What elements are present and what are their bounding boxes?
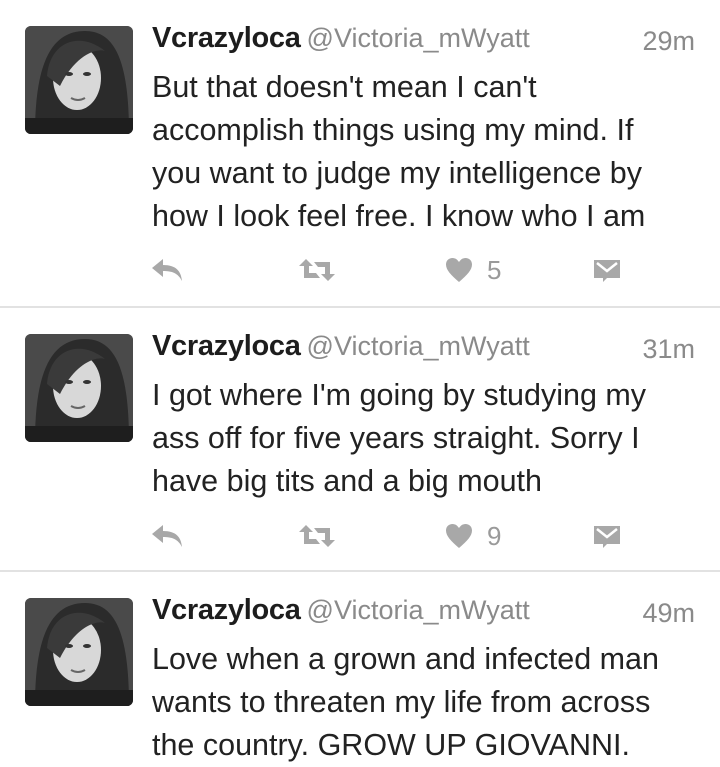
user-handle[interactable]: @Victoria_mWyatt xyxy=(307,23,530,53)
display-name[interactable]: Vcrazyloca xyxy=(152,22,301,54)
retweet-icon xyxy=(299,259,335,281)
avatar[interactable] xyxy=(25,598,133,706)
tweet-header: Vcrazyloca @Victoria_mWyatt 31m xyxy=(152,330,695,370)
heart-icon xyxy=(446,258,472,282)
reply-icon xyxy=(152,525,182,547)
display-name[interactable]: Vcrazyloca xyxy=(152,594,301,626)
tweet-text-line: wants to threaten my life from across xyxy=(152,685,651,719)
retweet-icon xyxy=(299,525,335,547)
reply-button[interactable] xyxy=(150,250,184,290)
like-button[interactable]: 9 xyxy=(445,516,501,556)
display-name[interactable]: Vcrazyloca xyxy=(152,330,301,362)
tweet-3[interactable]: Vcrazyloca @Victoria_mWyatt 49m Love when… xyxy=(0,572,720,763)
avatar[interactable] xyxy=(25,26,133,134)
tweet-text-line: accomplish things using my mind. If xyxy=(152,113,634,147)
timestamp: 31m xyxy=(642,334,695,364)
tweet-text: But that doesn't mean I can't accomplish… xyxy=(152,66,702,238)
tweet-text-line: you want to judge my intelligence by xyxy=(152,156,642,190)
reply-icon xyxy=(152,259,182,281)
direct-message-icon xyxy=(594,260,620,282)
retweet-button[interactable] xyxy=(298,516,336,556)
tweet-2[interactable]: Vcrazyloca @Victoria_mWyatt 31m I got whe… xyxy=(0,308,720,572)
tweet-text: Love when a grown and infected man wants… xyxy=(152,638,702,767)
like-count: 9 xyxy=(487,520,502,551)
tweet-text-line: how I look feel free. I know who I am xyxy=(152,199,646,233)
tweet-text-line: Love when a grown and infected man xyxy=(152,642,659,676)
tweet-text: I got where I'm going by studying my ass… xyxy=(152,374,702,503)
tweet-header: Vcrazyloca @Victoria_mWyatt 29m xyxy=(152,22,695,62)
tweet-text-line: the country. GROW UP GIOVANNI. xyxy=(152,728,630,762)
tweet-header: Vcrazyloca @Victoria_mWyatt 49m xyxy=(152,594,695,634)
timestamp: 29m xyxy=(642,26,695,56)
direct-message-icon xyxy=(594,526,620,548)
tweet-1[interactable]: Vcrazyloca @Victoria_mWyatt 29m But that … xyxy=(0,0,720,308)
like-count: 5 xyxy=(487,254,502,285)
user-handle[interactable]: @Victoria_mWyatt xyxy=(307,595,530,625)
like-button[interactable]: 5 xyxy=(445,250,501,290)
direct-message-button[interactable] xyxy=(593,516,621,556)
direct-message-button[interactable] xyxy=(593,250,621,290)
reply-button[interactable] xyxy=(150,516,184,556)
user-handle[interactable]: @Victoria_mWyatt xyxy=(307,331,530,361)
tweet-text-line: have big tits and a big mouth xyxy=(152,464,542,498)
timestamp: 49m xyxy=(642,598,695,628)
avatar[interactable] xyxy=(25,334,133,442)
retweet-button[interactable] xyxy=(298,250,336,290)
tweet-text-line: ass off for five years straight. Sorry I xyxy=(152,421,640,455)
tweet-text-line: But that doesn't mean I can't xyxy=(152,70,537,104)
tweet-actions: 9 xyxy=(150,516,630,556)
tweet-actions: 5 xyxy=(150,250,630,290)
tweet-text-line: I got where I'm going by studying my xyxy=(152,378,647,412)
heart-icon xyxy=(446,524,472,548)
